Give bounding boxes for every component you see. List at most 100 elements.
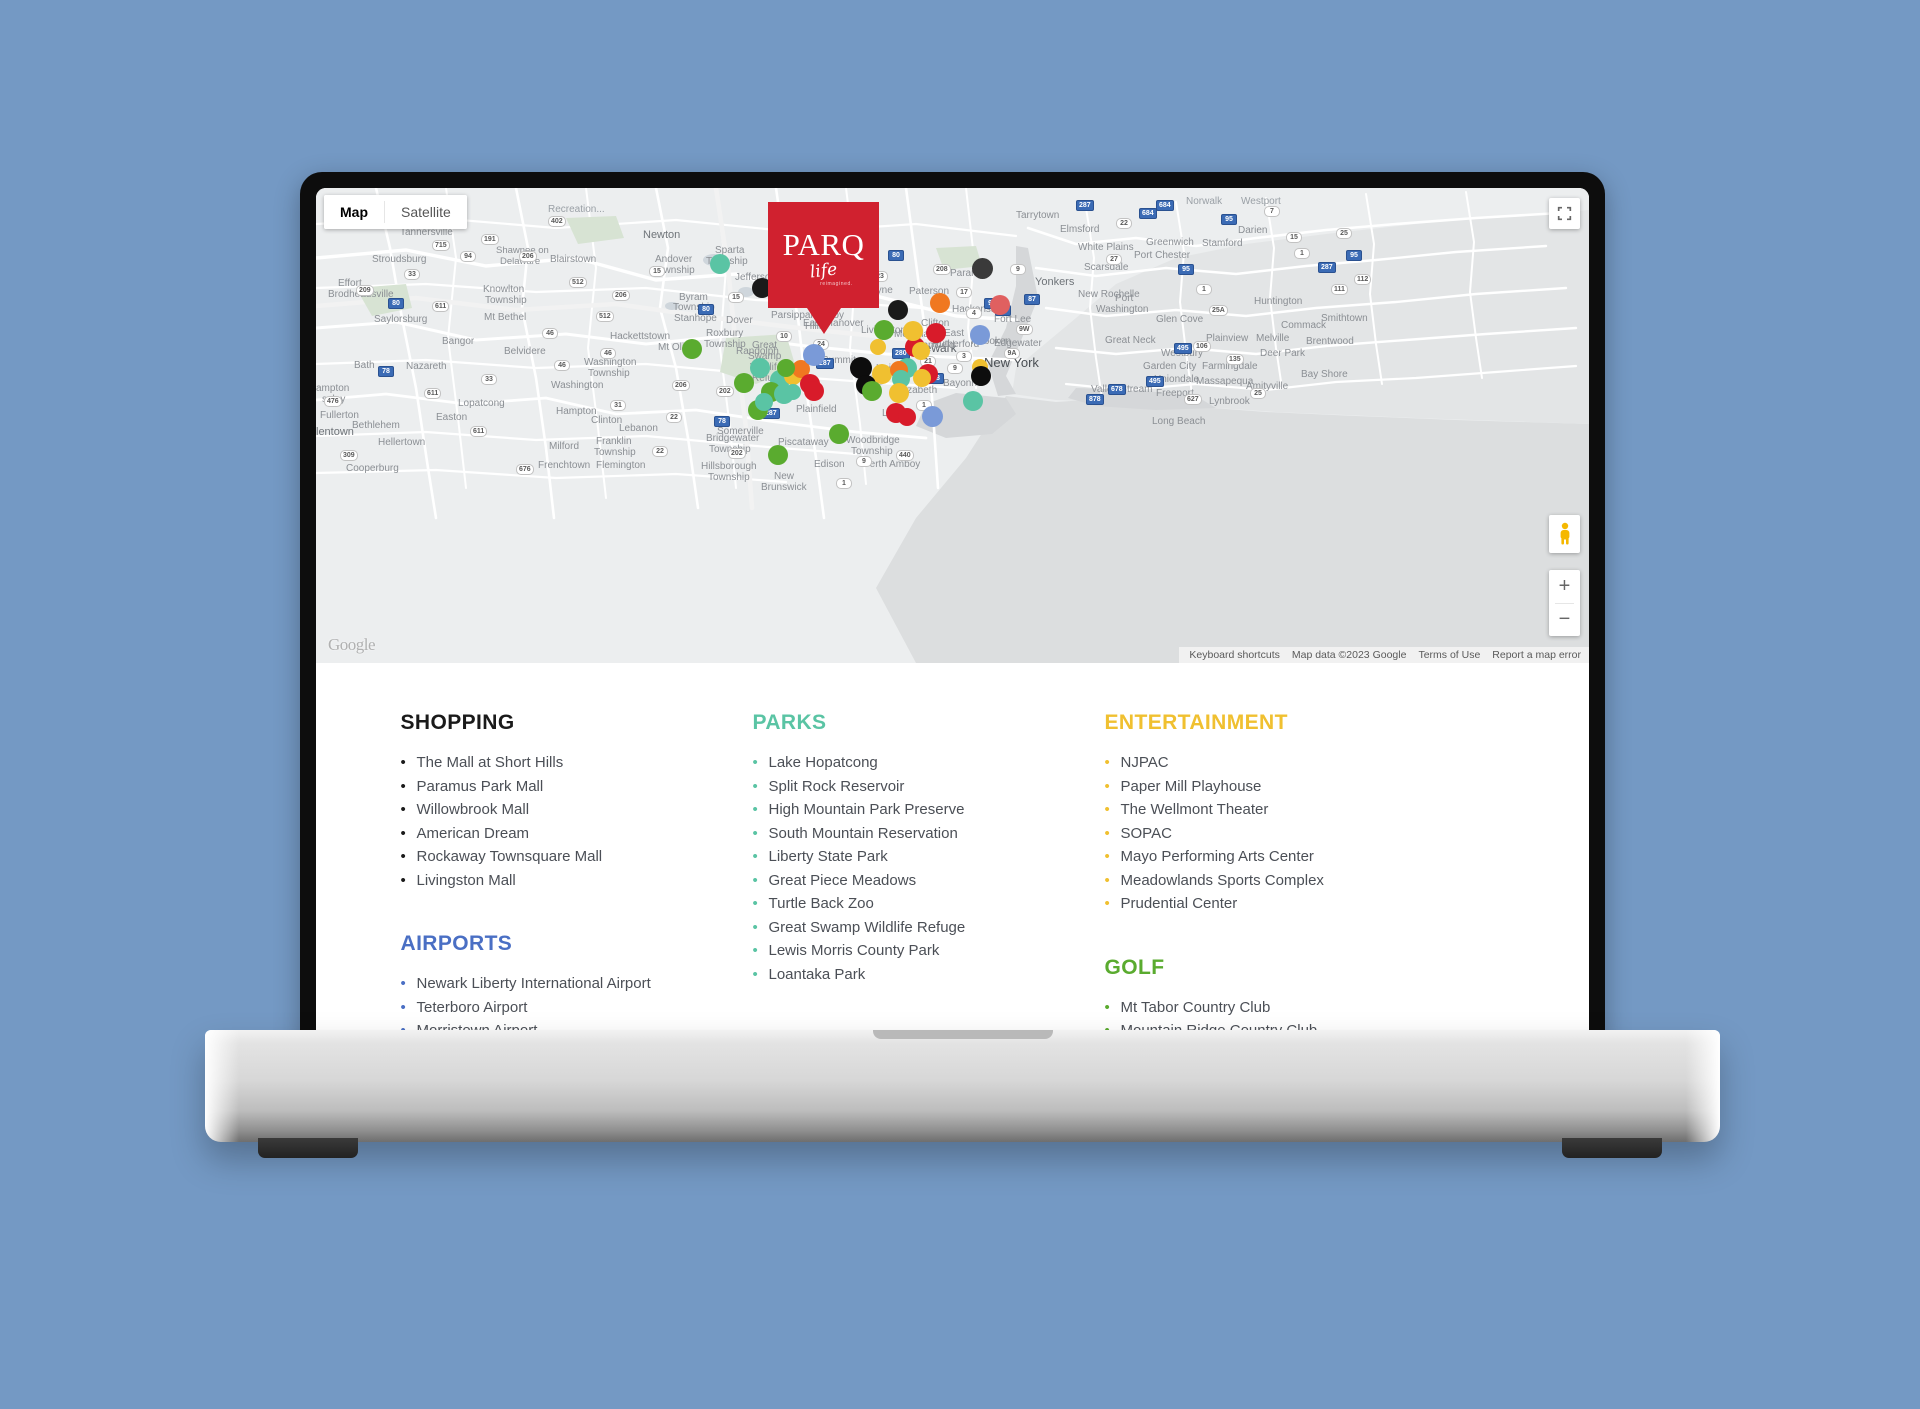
- list-item: Livingston Mall: [401, 869, 735, 893]
- category-list-shopping: The Mall at Short HillsParamus Park Mall…: [401, 751, 735, 892]
- list-item: The Mall at Short Hills: [401, 751, 735, 775]
- base-edge-right: [1686, 1030, 1720, 1142]
- map-type-control[interactable]: Map Satellite: [324, 195, 467, 229]
- map-poi-pin[interactable]: [930, 293, 950, 313]
- map-poi-pin[interactable]: [768, 445, 788, 465]
- map-poi-pin[interactable]: [888, 300, 908, 320]
- category-title-shopping: SHOPPING: [400, 711, 515, 734]
- parq-script-text: life: [808, 259, 839, 283]
- base-edge-left: [205, 1030, 239, 1142]
- map-poi-pin[interactable]: [926, 323, 946, 343]
- map-type-map-button[interactable]: Map: [324, 195, 384, 229]
- list-item: Paper Mill Playhouse: [1105, 775, 1487, 799]
- list-item: Turtle Back Zoo: [753, 892, 1087, 916]
- map-poi-pin[interactable]: [750, 358, 770, 378]
- amenities-columns: SHOPPING The Mall at Short HillsParamus P…: [316, 711, 1589, 1035]
- map-poi-pin[interactable]: [734, 373, 754, 393]
- list-item: NJPAC: [1105, 751, 1487, 775]
- pegman-icon[interactable]: [1549, 515, 1580, 553]
- laptop-mockup: Recreation...Long PondTannersvilleStroud…: [300, 172, 1605, 1057]
- list-item: Rockaway Townsquare Mall: [401, 845, 735, 869]
- parq-marker-tail: [806, 308, 841, 334]
- map-attribution-item[interactable]: Terms of Use: [1418, 649, 1480, 661]
- list-item: Newark Liberty International Airport: [401, 972, 735, 996]
- map-poi-pin[interactable]: [829, 424, 849, 444]
- category-list-entertainment: NJPACPaper Mill PlayhouseThe Wellmont Th…: [1105, 751, 1487, 916]
- map-poi-pin[interactable]: [889, 383, 909, 403]
- list-item: Meadowlands Sports Complex: [1105, 869, 1487, 893]
- laptop-screen: Recreation...Long PondTannersvilleStroud…: [316, 188, 1589, 1035]
- map-poi-pin[interactable]: [755, 393, 773, 411]
- map-poi-pin[interactable]: [898, 408, 916, 426]
- list-item: Great Piece Meadows: [753, 869, 1087, 893]
- parq-tagline-text: reimagined.: [820, 281, 853, 287]
- list-item: Loantaka Park: [753, 963, 1087, 987]
- category-block-airports: AIRPORTS Newark Liberty International Air…: [401, 932, 735, 1035]
- map-attribution-item[interactable]: Map data ©2023 Google: [1292, 649, 1407, 661]
- zoom-in-button[interactable]: +: [1549, 570, 1580, 603]
- list-item: American Dream: [401, 822, 735, 846]
- fullscreen-icon[interactable]: [1549, 198, 1580, 229]
- map-poi-pin[interactable]: [963, 391, 983, 411]
- zoom-controls[interactable]: + −: [1549, 570, 1580, 636]
- list-item: Paramus Park Mall: [401, 775, 735, 799]
- list-item: Prudential Center: [1105, 892, 1487, 916]
- category-list-airports: Newark Liberty International AirportTete…: [401, 972, 735, 1035]
- map-poi-pin[interactable]: [970, 325, 990, 345]
- zoom-out-button[interactable]: −: [1549, 604, 1580, 637]
- map-poi-pin[interactable]: [971, 366, 991, 386]
- map-poi-pin[interactable]: [912, 342, 930, 360]
- map-poi-pin[interactable]: [870, 339, 886, 355]
- parq-marker-box: PARQ life reimagined.: [768, 202, 879, 308]
- parq-map-marker[interactable]: PARQ life reimagined.: [768, 202, 879, 334]
- amenities-content: SHOPPING The Mall at Short HillsParamus P…: [316, 663, 1589, 1035]
- map-viewport[interactable]: Recreation...Long PondTannersvilleStroud…: [316, 188, 1589, 663]
- map-type-satellite-button[interactable]: Satellite: [385, 195, 467, 229]
- list-item: Liberty State Park: [753, 845, 1087, 869]
- parq-brand-text: PARQ: [782, 227, 865, 262]
- map-poi-pin[interactable]: [903, 321, 923, 341]
- list-item: Lake Hopatcong: [753, 751, 1087, 775]
- laptop-base: [205, 1030, 1720, 1142]
- map-poi-pin[interactable]: [990, 295, 1010, 315]
- map-poi-pins[interactable]: [316, 188, 1589, 663]
- amenities-column-left: SHOPPING The Mall at Short HillsParamus P…: [401, 711, 753, 1035]
- laptop-foot-left: [258, 1138, 358, 1158]
- map-poi-pin[interactable]: [921, 405, 943, 427]
- laptop-foot-right: [1562, 1138, 1662, 1158]
- list-item: South Mountain Reservation: [753, 822, 1087, 846]
- map-poi-pin[interactable]: [710, 254, 730, 274]
- map-poi-pin[interactable]: [913, 369, 931, 387]
- list-item: The Wellmont Theater: [1105, 798, 1487, 822]
- category-title-entertainment: ENTERTAINMENT: [1104, 711, 1288, 734]
- list-item: Split Rock Reservoir: [753, 775, 1087, 799]
- category-list-parks: Lake HopatcongSplit Rock ReservoirHigh M…: [753, 751, 1087, 986]
- map-poi-pin[interactable]: [777, 359, 795, 377]
- list-item: Lewis Morris County Park: [753, 939, 1087, 963]
- map-poi-pin[interactable]: [785, 384, 801, 400]
- map-attribution-item[interactable]: Report a map error: [1492, 649, 1581, 661]
- map-attribution-item[interactable]: Keyboard shortcuts: [1189, 649, 1279, 661]
- list-item: SOPAC: [1105, 822, 1487, 846]
- map-poi-pin[interactable]: [803, 344, 825, 366]
- google-logo[interactable]: Google: [328, 635, 376, 655]
- category-title-golf: GOLF: [1104, 955, 1165, 979]
- map-attribution-bar[interactable]: Keyboard shortcuts Map data ©2023 Google T…: [1179, 647, 1589, 663]
- amenities-column-right: ENTERTAINMENT NJPACPaper Mill PlayhouseTh…: [1105, 711, 1505, 1035]
- list-item: Teterboro Airport: [401, 996, 735, 1020]
- category-block-shopping: SHOPPING The Mall at Short HillsParamus P…: [401, 711, 735, 892]
- map-poi-pin[interactable]: [862, 381, 882, 401]
- list-item: Great Swamp Wildlife Refuge: [753, 916, 1087, 940]
- list-item: Willowbrook Mall: [401, 798, 735, 822]
- category-block-entertainment: ENTERTAINMENT NJPACPaper Mill PlayhouseTh…: [1105, 711, 1487, 916]
- category-title-parks: PARKS: [752, 711, 827, 734]
- list-item: Mt Tabor Country Club: [1105, 996, 1487, 1020]
- list-item: High Mountain Park Preserve: [753, 798, 1087, 822]
- list-item: Mayo Performing Arts Center: [1105, 845, 1487, 869]
- map-poi-pin[interactable]: [971, 257, 993, 279]
- amenities-column-middle: PARKS Lake HopatcongSplit Rock ReservoirH…: [753, 711, 1105, 1035]
- category-title-airports: AIRPORTS: [400, 932, 513, 955]
- map-poi-pin[interactable]: [804, 381, 824, 401]
- category-block-parks: PARKS Lake HopatcongSplit Rock ReservoirH…: [753, 711, 1087, 986]
- map-poi-pin[interactable]: [682, 339, 702, 359]
